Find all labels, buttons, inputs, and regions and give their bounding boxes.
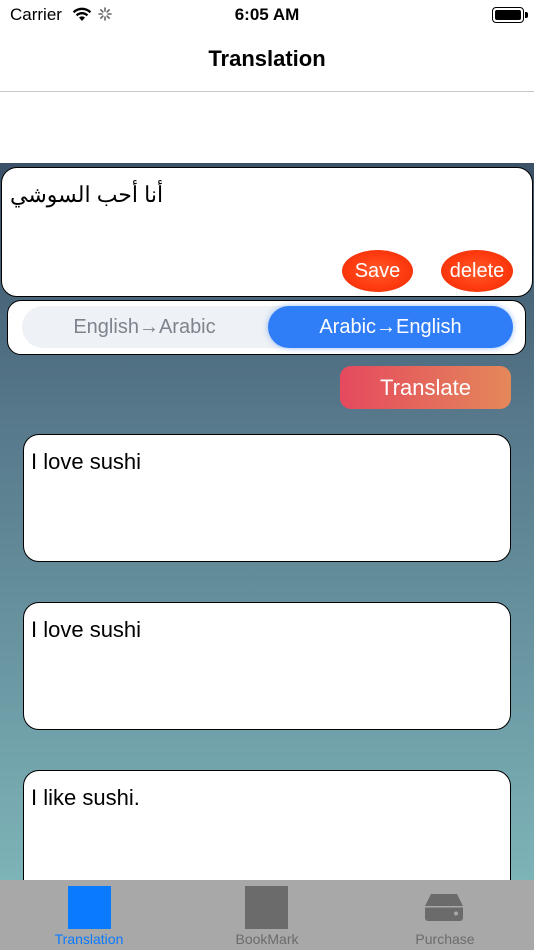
tab-label: Translation — [54, 931, 124, 947]
result-text: I love sushi — [31, 449, 142, 474]
status-bar: Carrier 6:05 AM — [0, 0, 534, 32]
navigation-bar: Translation — [0, 32, 534, 92]
segmented-control: English→Arabic Arabic→English — [22, 306, 513, 348]
translation-panel: أنا أحب السوشي Save delete English→Arabi… — [0, 163, 534, 880]
tab-bookmark[interactable]: BookMark — [178, 880, 356, 950]
result-box[interactable]: I like sushi. — [23, 770, 511, 880]
result-text: I love sushi — [31, 617, 142, 642]
drive-icon — [423, 892, 465, 927]
segment-arabic-english[interactable]: Arabic→English — [268, 306, 513, 348]
tab-bar: Translation BookMark Purchase — [0, 880, 534, 950]
page-title: Translation — [208, 46, 326, 71]
language-direction-control: English→Arabic Arabic→English — [7, 300, 526, 355]
source-text[interactable]: أنا أحب السوشي — [10, 182, 163, 208]
save-button[interactable]: Save — [342, 250, 413, 292]
source-text-input[interactable]: أنا أحب السوشي Save delete — [1, 167, 533, 297]
result-box[interactable]: I love sushi — [23, 434, 511, 562]
tab-purchase[interactable]: Purchase — [356, 880, 534, 950]
battery-icon — [492, 7, 528, 23]
result-box[interactable]: I love sushi — [23, 602, 511, 730]
segment-english-arabic[interactable]: English→Arabic — [22, 306, 267, 348]
tab-translation[interactable]: Translation — [0, 880, 178, 950]
bookmark-tab-icon — [245, 886, 288, 929]
header-spacer — [0, 93, 534, 163]
translate-button[interactable]: Translate — [340, 366, 511, 409]
clock: 6:05 AM — [234, 5, 300, 24]
tab-label: BookMark — [235, 931, 299, 947]
result-text: I like sushi. — [31, 785, 140, 810]
translation-tab-icon — [68, 886, 111, 929]
tab-label: Purchase — [415, 931, 475, 947]
delete-button[interactable]: delete — [441, 250, 513, 292]
